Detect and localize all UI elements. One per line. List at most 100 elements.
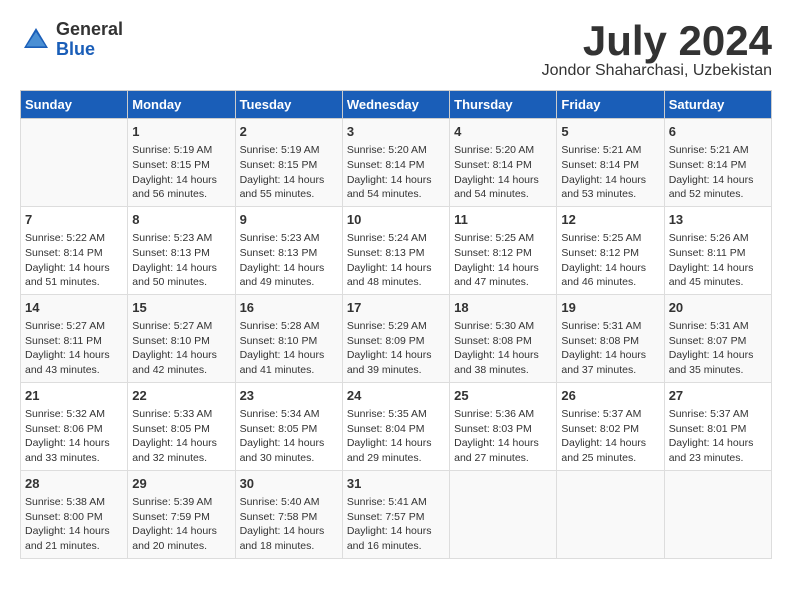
day-info: and 20 minutes.	[132, 539, 230, 554]
day-info: Daylight: 14 hours	[454, 261, 552, 276]
title-block: July 2024 Jondor Shaharchasi, Uzbekistan	[542, 20, 772, 80]
day-info: Sunrise: 5:31 AM	[669, 319, 767, 334]
day-info: Sunrise: 5:22 AM	[25, 231, 123, 246]
day-info: and 30 minutes.	[240, 451, 338, 466]
day-info: and 32 minutes.	[132, 451, 230, 466]
day-info: and 18 minutes.	[240, 539, 338, 554]
day-info: Sunset: 8:14 PM	[347, 158, 445, 173]
day-info: Daylight: 14 hours	[132, 261, 230, 276]
day-info: Daylight: 14 hours	[240, 436, 338, 451]
day-info: Sunrise: 5:36 AM	[454, 407, 552, 422]
day-info: Sunrise: 5:19 AM	[132, 143, 230, 158]
day-info: Daylight: 14 hours	[25, 436, 123, 451]
day-number: 23	[240, 387, 338, 405]
day-info: Daylight: 14 hours	[25, 261, 123, 276]
day-info: Daylight: 14 hours	[561, 348, 659, 363]
day-info: Sunset: 8:08 PM	[454, 334, 552, 349]
day-info: Sunset: 8:09 PM	[347, 334, 445, 349]
day-info: and 25 minutes.	[561, 451, 659, 466]
day-number: 12	[561, 211, 659, 229]
day-info: Sunrise: 5:23 AM	[240, 231, 338, 246]
day-info: Sunset: 8:07 PM	[669, 334, 767, 349]
day-info: Daylight: 14 hours	[454, 173, 552, 188]
day-number: 29	[132, 475, 230, 493]
day-number: 8	[132, 211, 230, 229]
day-info: Sunrise: 5:21 AM	[669, 143, 767, 158]
calendar-table: SundayMondayTuesdayWednesdayThursdayFrid…	[20, 90, 772, 559]
day-info: Sunset: 8:13 PM	[240, 246, 338, 261]
day-number: 21	[25, 387, 123, 405]
day-info: Sunset: 8:10 PM	[240, 334, 338, 349]
day-info: Sunset: 8:13 PM	[132, 246, 230, 261]
day-info: Sunset: 8:13 PM	[347, 246, 445, 261]
day-info: and 47 minutes.	[454, 275, 552, 290]
day-number: 18	[454, 299, 552, 317]
logo-text: General Blue	[56, 20, 123, 60]
day-info: and 43 minutes.	[25, 363, 123, 378]
calendar-cell	[557, 470, 664, 558]
day-info: and 50 minutes.	[132, 275, 230, 290]
logo-icon	[20, 24, 52, 56]
location: Jondor Shaharchasi, Uzbekistan	[542, 62, 772, 80]
day-info: Sunrise: 5:26 AM	[669, 231, 767, 246]
day-info: Sunrise: 5:41 AM	[347, 495, 445, 510]
day-number: 13	[669, 211, 767, 229]
day-number: 16	[240, 299, 338, 317]
calendar-cell: 26Sunrise: 5:37 AMSunset: 8:02 PMDayligh…	[557, 382, 664, 470]
calendar-cell: 7Sunrise: 5:22 AMSunset: 8:14 PMDaylight…	[21, 206, 128, 294]
header-day-friday: Friday	[557, 91, 664, 119]
logo-general: General	[56, 20, 123, 40]
calendar-cell: 23Sunrise: 5:34 AMSunset: 8:05 PMDayligh…	[235, 382, 342, 470]
day-info: and 41 minutes.	[240, 363, 338, 378]
day-info: Sunset: 8:14 PM	[669, 158, 767, 173]
calendar-body: 1Sunrise: 5:19 AMSunset: 8:15 PMDaylight…	[21, 119, 772, 559]
day-info: Sunset: 8:11 PM	[25, 334, 123, 349]
day-info: Daylight: 14 hours	[669, 173, 767, 188]
calendar-cell: 9Sunrise: 5:23 AMSunset: 8:13 PMDaylight…	[235, 206, 342, 294]
calendar-cell: 6Sunrise: 5:21 AMSunset: 8:14 PMDaylight…	[664, 119, 771, 207]
day-number: 17	[347, 299, 445, 317]
calendar-cell: 14Sunrise: 5:27 AMSunset: 8:11 PMDayligh…	[21, 294, 128, 382]
day-info: Sunrise: 5:25 AM	[561, 231, 659, 246]
day-number: 20	[669, 299, 767, 317]
day-number: 30	[240, 475, 338, 493]
day-info: Sunset: 8:05 PM	[240, 422, 338, 437]
day-info: Sunset: 8:14 PM	[561, 158, 659, 173]
calendar-cell: 25Sunrise: 5:36 AMSunset: 8:03 PMDayligh…	[450, 382, 557, 470]
day-info: Daylight: 14 hours	[347, 261, 445, 276]
calendar-cell	[450, 470, 557, 558]
day-info: Sunrise: 5:19 AM	[240, 143, 338, 158]
day-info: Sunset: 7:57 PM	[347, 510, 445, 525]
day-info: Sunrise: 5:37 AM	[561, 407, 659, 422]
day-number: 14	[25, 299, 123, 317]
day-info: Daylight: 14 hours	[240, 261, 338, 276]
day-info: Sunrise: 5:24 AM	[347, 231, 445, 246]
day-info: Sunrise: 5:39 AM	[132, 495, 230, 510]
day-info: and 39 minutes.	[347, 363, 445, 378]
calendar-cell	[664, 470, 771, 558]
day-info: Sunrise: 5:20 AM	[454, 143, 552, 158]
day-info: Sunset: 8:14 PM	[25, 246, 123, 261]
day-info: Sunset: 8:04 PM	[347, 422, 445, 437]
day-info: Daylight: 14 hours	[561, 436, 659, 451]
calendar-cell: 27Sunrise: 5:37 AMSunset: 8:01 PMDayligh…	[664, 382, 771, 470]
day-info: Sunset: 7:58 PM	[240, 510, 338, 525]
month-title: July 2024	[542, 20, 772, 62]
day-info: Daylight: 14 hours	[240, 173, 338, 188]
week-row-5: 28Sunrise: 5:38 AMSunset: 8:00 PMDayligh…	[21, 470, 772, 558]
calendar-cell: 21Sunrise: 5:32 AMSunset: 8:06 PMDayligh…	[21, 382, 128, 470]
day-number: 28	[25, 475, 123, 493]
day-info: and 48 minutes.	[347, 275, 445, 290]
day-info: Daylight: 14 hours	[25, 348, 123, 363]
day-info: Sunset: 8:11 PM	[669, 246, 767, 261]
day-info: Daylight: 14 hours	[347, 524, 445, 539]
day-info: Daylight: 14 hours	[454, 348, 552, 363]
day-info: Daylight: 14 hours	[669, 436, 767, 451]
day-info: Sunrise: 5:32 AM	[25, 407, 123, 422]
day-info: Sunset: 7:59 PM	[132, 510, 230, 525]
day-info: and 37 minutes.	[561, 363, 659, 378]
day-info: and 53 minutes.	[561, 187, 659, 202]
day-info: Sunset: 8:08 PM	[561, 334, 659, 349]
day-info: Sunrise: 5:20 AM	[347, 143, 445, 158]
day-number: 27	[669, 387, 767, 405]
